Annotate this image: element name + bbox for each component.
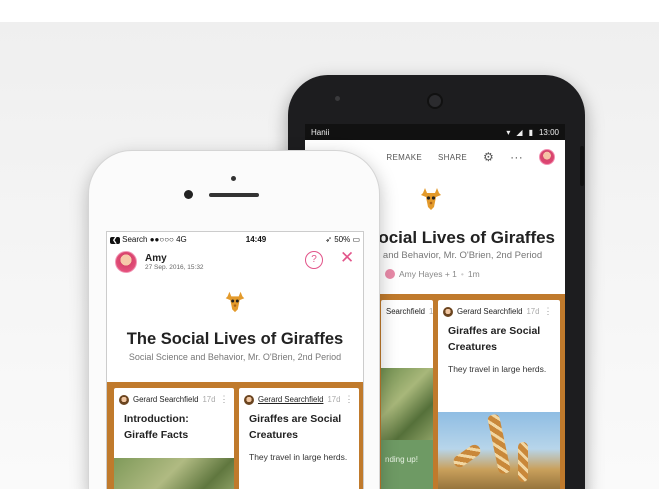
card-note: nding up! [381,440,433,489]
remake-button[interactable]: REMAKE [386,153,422,162]
android-sensor [335,96,340,101]
help-button[interactable]: ? [305,251,323,269]
status-battery: 50% [334,234,351,244]
more-button[interactable]: ··· [510,150,523,164]
author-avatar [244,394,254,405]
giraffe-icon [417,184,445,219]
kebab-icon[interactable]: ⋮ [219,394,228,405]
back-app-icon: ❮ [110,236,120,244]
page-meta: Amy Hayes + 1 • 1m [385,269,480,279]
card-image [381,368,433,440]
background-top [0,0,659,22]
battery-icon: ▭ [352,234,360,244]
avatar[interactable] [539,149,555,165]
iphone-sensor [231,176,236,181]
signal-icon: ◢ [516,127,523,137]
post-header: Amy 27 Sep. 2016, 15:32 [107,246,363,278]
status-signal: ●●○○○ [149,234,174,244]
android-status-bar: Hanii ▾ ◢ ▮ 13:00 [305,124,565,140]
card-body: They travel in large herds. [448,363,547,374]
android-camera [427,93,443,109]
wifi-icon: ▾ [506,127,511,137]
meta-author[interactable]: Amy Hayes + 1 [399,269,457,279]
iphone-status-bar: ❮ Search ●●○○○ 4G 14:49 ➶ 50% ▭ [107,232,363,246]
kebab-icon[interactable]: ⋮ [543,306,552,317]
author-avatar [443,306,453,317]
author-avatar [119,394,129,405]
card-author[interactable]: Gerard Searchfield [258,395,323,404]
author-avatar [385,269,395,279]
card-age: 17d [429,307,433,316]
card-header: Gerard Searchfield 17d ⋮ [114,388,234,411]
card-author[interactable]: Gerard Searchfield [133,395,198,404]
post-card[interactable]: Searchfield 17d ⋮ nding up! [381,300,433,489]
status-left: ❮ Search ●●○○○ 4G [110,235,187,244]
giraffe-icon [222,288,248,321]
gear-icon[interactable]: ⚙ [483,150,494,164]
status-network: 4G [176,234,187,244]
share-button[interactable]: SHARE [438,153,467,162]
post-date: 27 Sep. 2016, 15:32 [145,264,204,271]
card-author[interactable]: Gerard Searchfield [457,307,522,316]
giraffe-figure [451,442,483,470]
card-header: Searchfield 17d ⋮ [381,300,433,323]
card-body: They travel in large herds. [249,451,348,462]
card-title: Introduction: Giraffe Facts [124,413,189,442]
meta-time: 1m [467,269,480,279]
meta-separator: • [460,269,464,279]
iphone-speaker [209,193,259,197]
status-carrier: Hanii [311,127,330,137]
author-block: Amy 27 Sep. 2016, 15:32 [145,253,204,271]
avatar[interactable] [115,251,137,273]
card-age: 17d [526,307,540,316]
card-title: Giraffes are Social Creatures [448,325,541,354]
post-card[interactable]: Gerard Searchfield 17d ⋮ Giraffes are So… [239,388,359,489]
close-button[interactable]: ✕ [340,248,354,268]
iphone-camera [184,190,193,199]
kebab-icon[interactable]: ⋮ [344,394,353,405]
iphone-screen: ❮ Search ●●○○○ 4G 14:49 ➶ 50% ▭ Amy 27 S… [106,231,364,489]
android-side-button [580,146,584,186]
status-right: ➶ 50% ▭ [325,235,360,244]
status-back-label[interactable]: Search [122,235,147,244]
post-card[interactable]: Gerard Searchfield 17d ⋮ Introduction: G… [114,388,234,489]
page-subtitle: Social Science and Behavior, Mr. O'Brien… [128,352,342,362]
author-name[interactable]: Amy [145,253,204,264]
page-title: The Social Lives of Giraffes [126,330,344,348]
card-age: 17d [327,395,341,404]
card-header: Gerard Searchfield 17d ⋮ [438,300,560,323]
status-time: 14:49 [245,234,267,244]
card-author[interactable]: Searchfield [386,307,425,316]
giraffe-figure [518,442,528,482]
card-image [114,458,234,489]
status-right: ▾ ◢ ▮ 13:00 [506,128,559,137]
battery-icon: ▮ [528,127,533,137]
card-age: 17d [202,395,216,404]
location-icon: ➶ [325,234,332,244]
giraffe-figure [486,413,512,475]
post-card[interactable]: Gerard Searchfield 17d ⋮ Giraffes are So… [438,300,560,489]
card-header: Gerard Searchfield 17d ⋮ [239,388,359,411]
status-time: 13:00 [538,127,559,137]
card-title: Giraffes are Social Creatures [249,413,342,442]
giraffe-photo [438,412,560,489]
